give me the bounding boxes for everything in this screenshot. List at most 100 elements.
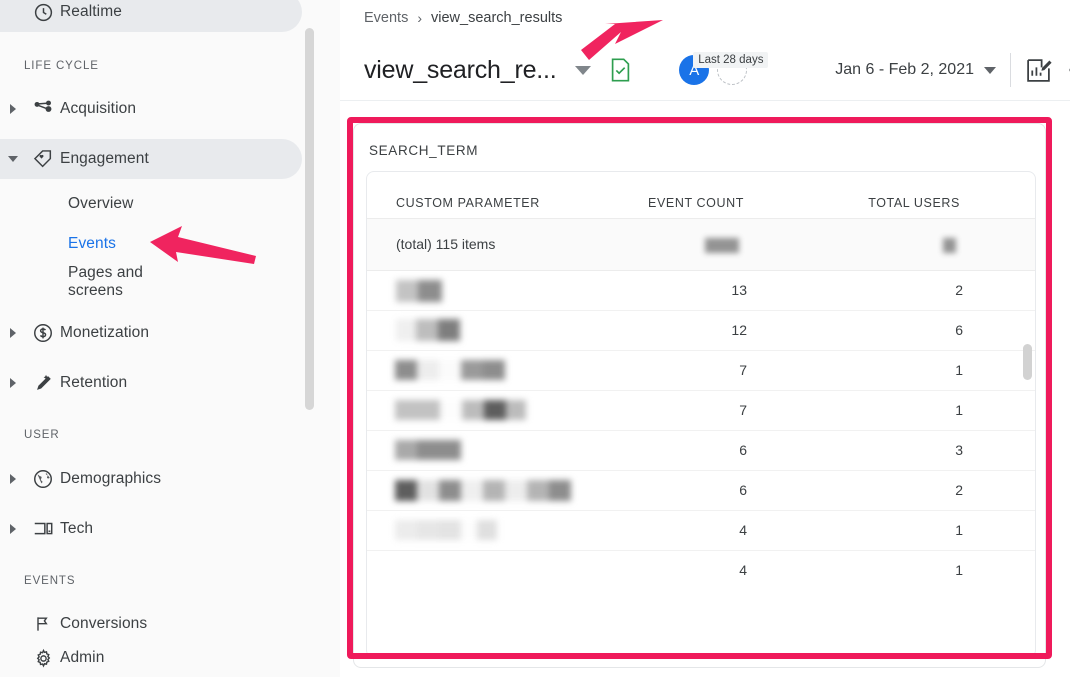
cell-total-users: 3 bbox=[923, 442, 963, 458]
cell-event-count: 13 bbox=[687, 282, 747, 298]
table-total-row: (total) 115 items bbox=[367, 218, 1036, 271]
redacted-parameter-value bbox=[396, 280, 442, 302]
cell-event-count: 7 bbox=[687, 362, 747, 378]
sidebar-item-overview[interactable]: Overview bbox=[0, 184, 302, 224]
sidebar-item-label: Admin bbox=[60, 649, 104, 667]
app-root: Realtime LIFE CYCLE Acquisition bbox=[0, 0, 1070, 677]
cell-total-users: 1 bbox=[923, 522, 963, 538]
table-container: CUSTOM PARAMETER EVENT COUNT TOTAL USERS… bbox=[366, 171, 1036, 658]
cell-total-users: 1 bbox=[923, 362, 963, 378]
sidebar-item-label: Conversions bbox=[60, 615, 147, 633]
sidebar-item-engagement[interactable]: Engagement bbox=[0, 139, 302, 179]
redacted-parameter-value bbox=[395, 440, 461, 460]
column-header-event-count[interactable]: EVENT COUNT bbox=[648, 196, 744, 210]
sidebar-item-realtime[interactable]: Realtime bbox=[0, 0, 302, 32]
left-navigation-sidebar: Realtime LIFE CYCLE Acquisition bbox=[0, 0, 340, 677]
sidebar-scrollbar[interactable] bbox=[305, 28, 314, 410]
total-row-label: (total) 115 items bbox=[396, 236, 495, 252]
sidebar-item-label: Overview bbox=[68, 195, 133, 213]
date-preset-badge: Last 28 days bbox=[693, 52, 768, 68]
cell-event-count: 4 bbox=[687, 562, 747, 578]
breadcrumb-parent[interactable]: Events bbox=[364, 10, 408, 26]
sidebar-item-label: Tech bbox=[60, 520, 93, 538]
redacted-parameter-value bbox=[395, 520, 497, 540]
redacted-parameter-value bbox=[395, 480, 571, 501]
sidebar-item-pages-and-screens[interactable]: Pages and screens bbox=[0, 264, 302, 316]
sidebar-item-label: Acquisition bbox=[60, 100, 136, 118]
edit-chart-icon[interactable] bbox=[1025, 57, 1052, 84]
sidebar-item-events[interactable]: Events bbox=[0, 224, 302, 264]
table-row[interactable]: 13 2 bbox=[367, 271, 1036, 311]
search-term-table: CUSTOM PARAMETER EVENT COUNT TOTAL USERS… bbox=[367, 172, 1036, 591]
date-controls: A Last 28 days Jan 6 - Feb 2, 2021 bbox=[679, 48, 1070, 92]
redacted-total-users bbox=[943, 238, 956, 253]
table-row[interactable]: 7 1 bbox=[367, 391, 1036, 431]
cell-event-count: 4 bbox=[687, 522, 747, 538]
card-title: SEARCH_TERM bbox=[369, 143, 478, 158]
sidebar-item-monetization[interactable]: Monetization bbox=[0, 313, 302, 353]
divider bbox=[1010, 53, 1011, 87]
gear-icon bbox=[26, 648, 60, 669]
chevron-down-icon bbox=[0, 155, 26, 163]
redacted-parameter-value bbox=[395, 360, 505, 380]
date-range-label[interactable]: Jan 6 - Feb 2, 2021 bbox=[835, 61, 974, 79]
devices-icon bbox=[26, 518, 60, 540]
column-header-custom-parameter[interactable]: CUSTOM PARAMETER bbox=[396, 196, 540, 210]
dollar-circle-icon bbox=[26, 322, 60, 344]
breadcrumb-current: view_search_results bbox=[431, 10, 562, 26]
breadcrumb: Events › view_search_results bbox=[364, 10, 562, 26]
table-row[interactable]: 7 1 bbox=[367, 351, 1036, 391]
sidebar-item-label: Demographics bbox=[60, 470, 161, 488]
redacted-parameter-value bbox=[395, 400, 526, 420]
table-scrollbar[interactable] bbox=[1023, 344, 1032, 380]
sidebar-item-label: Retention bbox=[60, 374, 127, 392]
cell-total-users: 1 bbox=[923, 562, 963, 578]
document-check-icon[interactable] bbox=[609, 57, 632, 83]
cell-total-users: 2 bbox=[923, 482, 963, 498]
cell-event-count: 6 bbox=[687, 442, 747, 458]
cell-total-users: 6 bbox=[923, 322, 963, 338]
sidebar-section-user: USER bbox=[24, 429, 60, 441]
page-title: view_search_re... bbox=[364, 56, 557, 85]
share-nodes-icon bbox=[26, 98, 60, 120]
redacted-total-event-count bbox=[705, 238, 739, 253]
table-row[interactable]: 4 1 bbox=[367, 511, 1036, 551]
retention-icon bbox=[26, 372, 60, 394]
table-header-row: CUSTOM PARAMETER EVENT COUNT TOTAL USERS bbox=[367, 172, 1036, 218]
cell-event-count: 7 bbox=[687, 402, 747, 418]
column-header-total-users[interactable]: TOTAL USERS bbox=[868, 196, 960, 210]
chevron-right-icon bbox=[0, 328, 26, 338]
chevron-right-icon bbox=[0, 104, 26, 114]
sidebar-item-label: Events bbox=[68, 235, 116, 253]
sidebar-item-acquisition[interactable]: Acquisition bbox=[0, 89, 302, 129]
table-row[interactable]: 6 3 bbox=[367, 431, 1036, 471]
sidebar-item-admin[interactable]: Admin bbox=[0, 638, 302, 677]
sidebar-item-retention[interactable]: Retention bbox=[0, 363, 302, 403]
table-row[interactable]: 6 2 bbox=[367, 471, 1036, 511]
breadcrumb-separator-icon: › bbox=[417, 10, 422, 26]
header-divider-line bbox=[340, 100, 1070, 101]
cell-total-users: 1 bbox=[923, 402, 963, 418]
tag-heart-icon bbox=[26, 148, 60, 170]
search-term-card: SEARCH_TERM CUSTOM PARAMETER EVENT COUNT… bbox=[353, 123, 1046, 668]
chevron-right-icon bbox=[0, 524, 26, 534]
globe-icon bbox=[26, 468, 60, 490]
table-row[interactable]: 12 6 bbox=[367, 311, 1036, 351]
chevron-down-icon[interactable] bbox=[984, 67, 996, 74]
chevron-down-icon[interactable] bbox=[575, 66, 591, 75]
sidebar-section-life-cycle: LIFE CYCLE bbox=[24, 60, 99, 72]
cell-event-count: 6 bbox=[687, 482, 747, 498]
sidebar-item-label: Pages and screens bbox=[68, 264, 143, 300]
sidebar-item-label: Monetization bbox=[60, 324, 149, 342]
sidebar-section-events: EVENTS bbox=[24, 575, 75, 587]
chevron-right-icon bbox=[0, 474, 26, 484]
cell-total-users: 2 bbox=[923, 282, 963, 298]
sidebar-item-label: Realtime bbox=[60, 3, 122, 21]
flag-icon bbox=[26, 614, 60, 634]
sidebar-item-tech[interactable]: Tech bbox=[0, 509, 302, 549]
redacted-parameter-value bbox=[396, 319, 460, 341]
table-row[interactable]: 4 1 bbox=[367, 551, 1036, 591]
chevron-right-icon bbox=[0, 378, 26, 388]
sidebar-item-demographics[interactable]: Demographics bbox=[0, 459, 302, 499]
clock-icon bbox=[26, 2, 60, 23]
